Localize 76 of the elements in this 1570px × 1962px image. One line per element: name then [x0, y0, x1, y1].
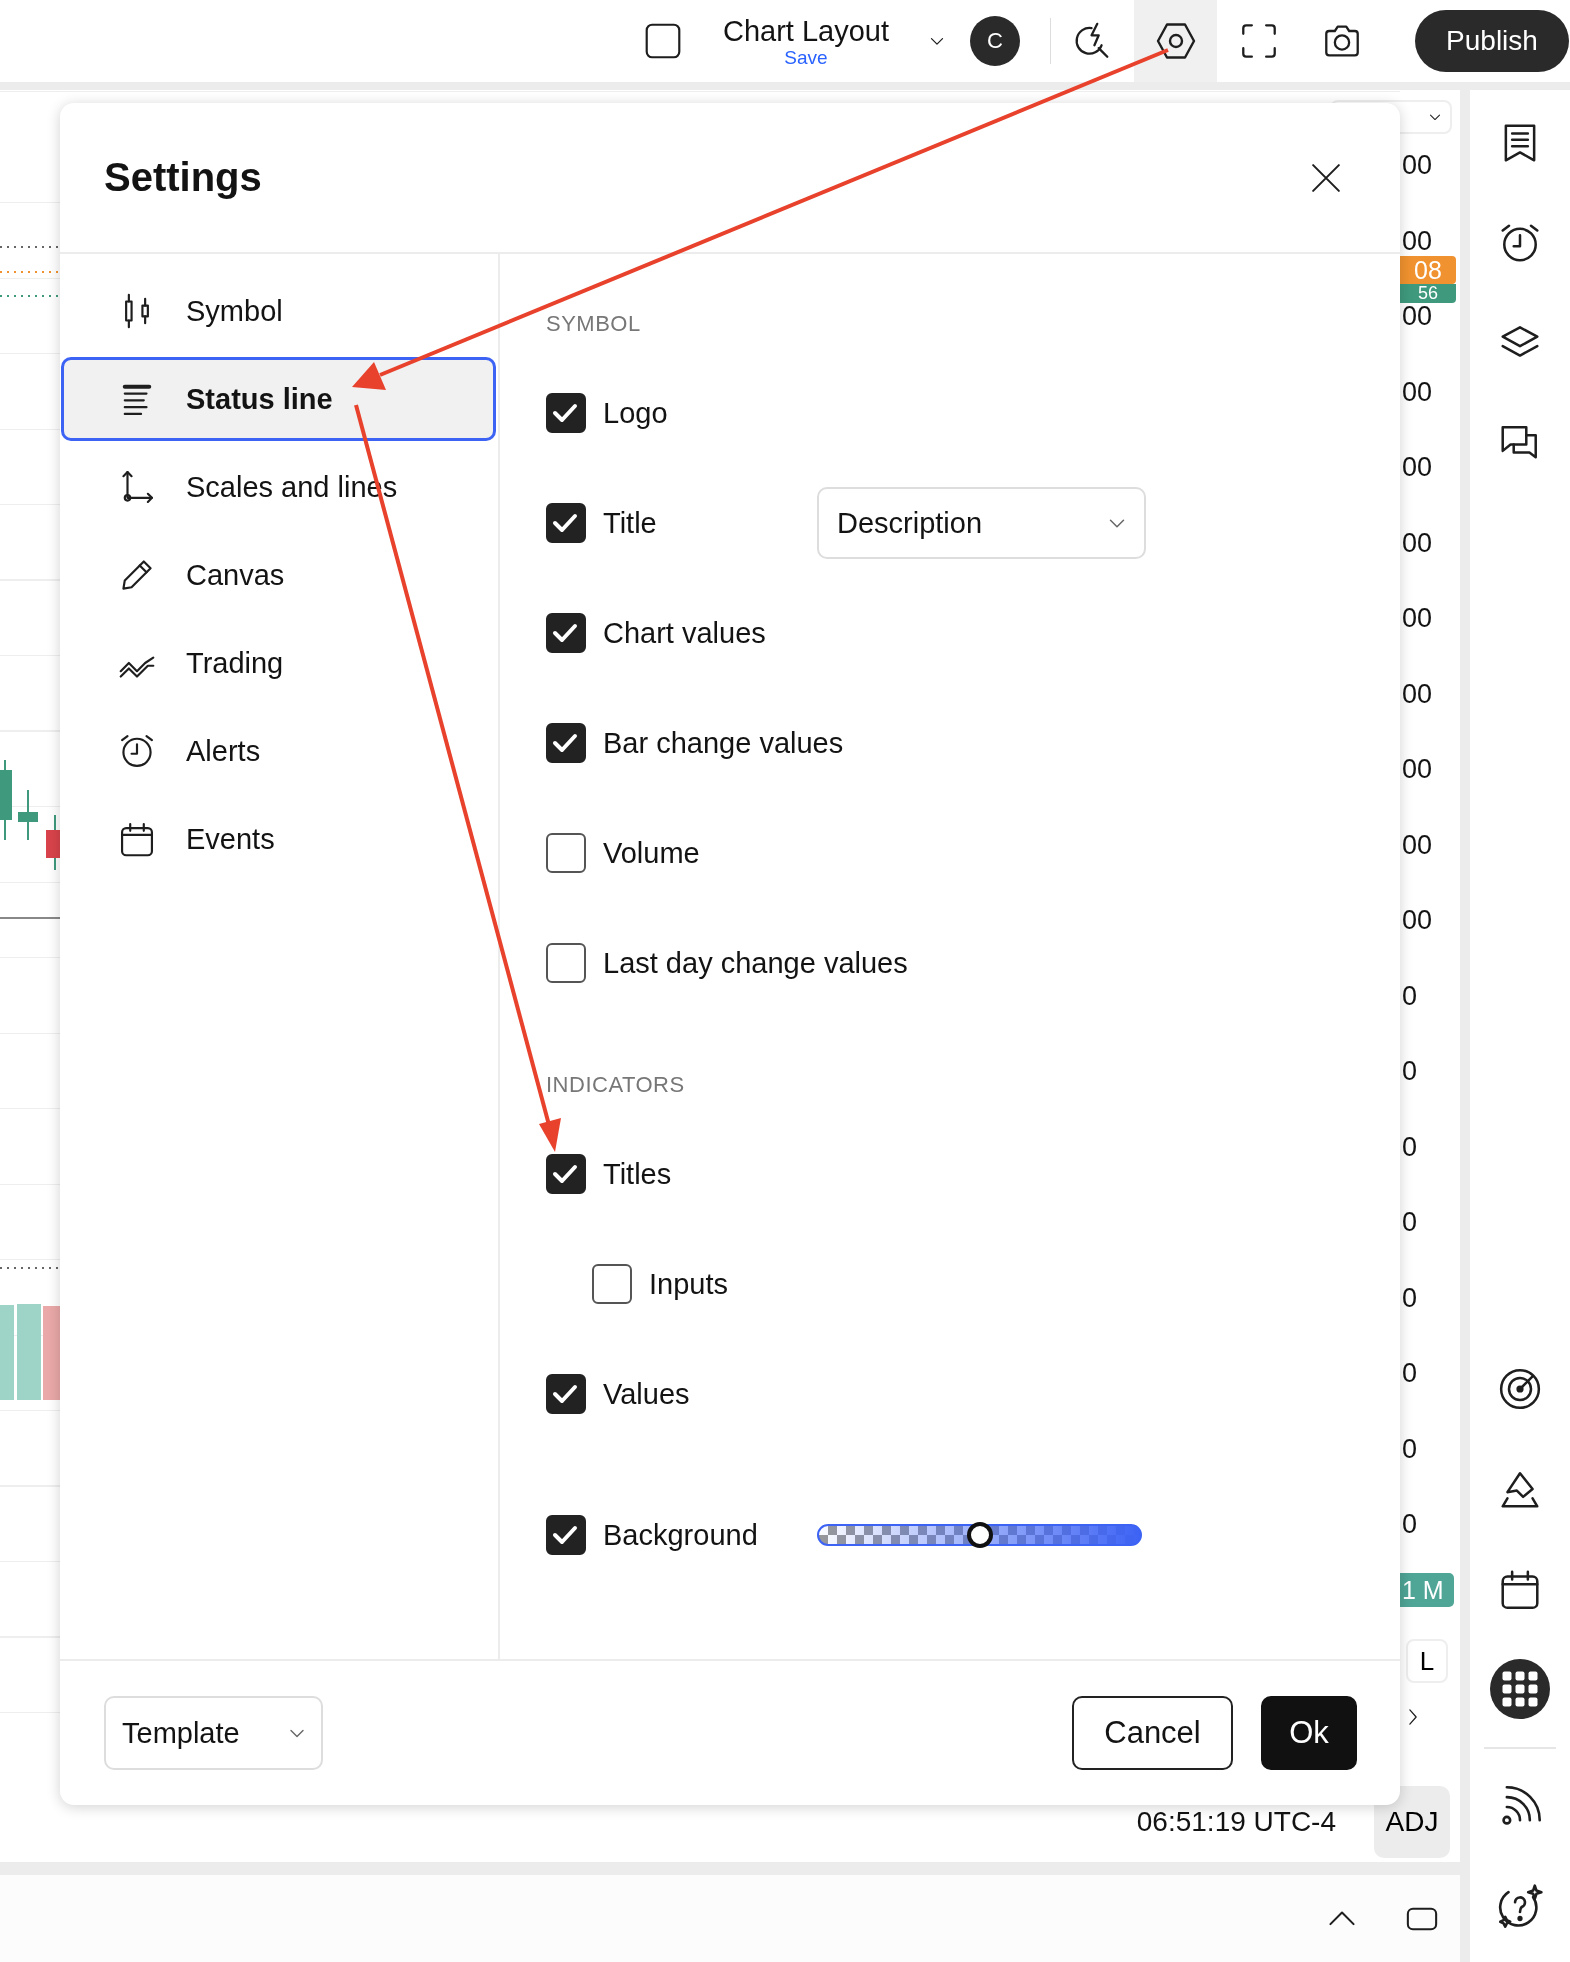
title-dropdown[interactable]: Description [817, 487, 1146, 559]
checkbox[interactable] [546, 723, 586, 763]
layout-icon[interactable] [644, 22, 682, 60]
calendar-icon [118, 820, 156, 858]
alarm-clock-icon [118, 732, 156, 770]
price-label: 00 [1401, 227, 1434, 254]
option-label: Title [603, 506, 657, 540]
publish-button[interactable]: Publish [1415, 10, 1569, 72]
nav-item[interactable]: Alerts [61, 709, 496, 793]
price-line [0, 295, 60, 297]
avatar[interactable]: C [970, 16, 1020, 66]
price-label: 00 [1401, 378, 1434, 405]
option-label: Background [603, 1518, 758, 1552]
price-badge: 56 [1400, 284, 1456, 303]
price-label: 0 [1401, 982, 1419, 1009]
price-label: 00 [1401, 907, 1434, 933]
section-heading: INDICATORS [546, 1071, 686, 1099]
price-label: 00 [1401, 680, 1434, 707]
ok-button[interactable]: Ok [1261, 1696, 1357, 1770]
axis-line [0, 917, 60, 919]
price-label: 0 [1401, 1058, 1419, 1084]
target-icon[interactable] [1498, 1367, 1542, 1411]
save-link[interactable]: Save [784, 48, 828, 68]
price-label: 00 [1401, 152, 1434, 178]
checkbox[interactable] [546, 613, 586, 653]
checkbox[interactable] [546, 503, 586, 543]
help-icon[interactable] [1497, 1884, 1543, 1930]
checkbox[interactable] [546, 393, 586, 433]
price-label: 0 [1401, 1133, 1419, 1160]
price-label: 00 [1401, 605, 1434, 631]
price-label: 0 [1401, 1284, 1419, 1311]
apps-grid-icon[interactable] [1490, 1659, 1550, 1719]
dialog-title: Settings [104, 155, 262, 200]
nav-item[interactable]: Canvas [61, 533, 496, 617]
price-label: 00 [1401, 303, 1434, 329]
option-label: Values [603, 1377, 690, 1411]
price-line [0, 1267, 60, 1269]
option-label: Inputs [649, 1267, 728, 1301]
nav-item[interactable]: Status line [61, 357, 496, 441]
option-label: Titles [603, 1157, 672, 1191]
price-label: 0 [1401, 1209, 1419, 1235]
cancel-button[interactable]: Cancel [1072, 1696, 1233, 1770]
price-label: 0 [1401, 1360, 1419, 1386]
layout-name[interactable]: Chart Layout [722, 14, 889, 48]
price-label: 00 [1401, 831, 1434, 858]
clock-time: 06:51:19 UTC-4 [1136, 1806, 1336, 1838]
volume-badge: 1 M [1400, 1572, 1454, 1607]
option-label: Last day change values [603, 946, 908, 980]
section-heading: SYMBOL [546, 310, 642, 338]
checkbox[interactable] [546, 1154, 586, 1194]
price-badge: 08 [1400, 256, 1456, 284]
checkbox[interactable] [546, 1374, 586, 1414]
option-label: Volume [603, 836, 700, 870]
price-label: 00 [1401, 756, 1434, 782]
checkbox[interactable] [546, 1515, 586, 1555]
adjustment-button[interactable]: ADJ [1374, 1786, 1450, 1858]
price-label: 0 [1401, 1435, 1419, 1462]
slider-thumb[interactable] [966, 1522, 993, 1548]
price-label: 00 [1401, 454, 1434, 480]
nav-item[interactable]: Events [61, 797, 496, 881]
option-label: Bar change values [603, 726, 844, 760]
template-dropdown[interactable]: Template [104, 1696, 323, 1770]
settings-icon[interactable] [1154, 20, 1197, 62]
opacity-slider-track[interactable] [817, 1524, 1142, 1546]
option-label: Logo [603, 396, 668, 430]
checkbox[interactable] [592, 1264, 632, 1304]
log-scale-button[interactable]: L [1406, 1639, 1448, 1683]
price-label: 00 [1401, 529, 1434, 556]
nav-item[interactable]: Symbol [61, 269, 496, 353]
checkbox[interactable] [546, 833, 586, 873]
price-line [0, 271, 60, 273]
price-label: 0 [1401, 1511, 1419, 1537]
nav-item[interactable]: Trading [61, 621, 496, 705]
price-line [0, 246, 60, 248]
checkbox[interactable] [546, 943, 586, 983]
option-label: Chart values [603, 616, 766, 650]
